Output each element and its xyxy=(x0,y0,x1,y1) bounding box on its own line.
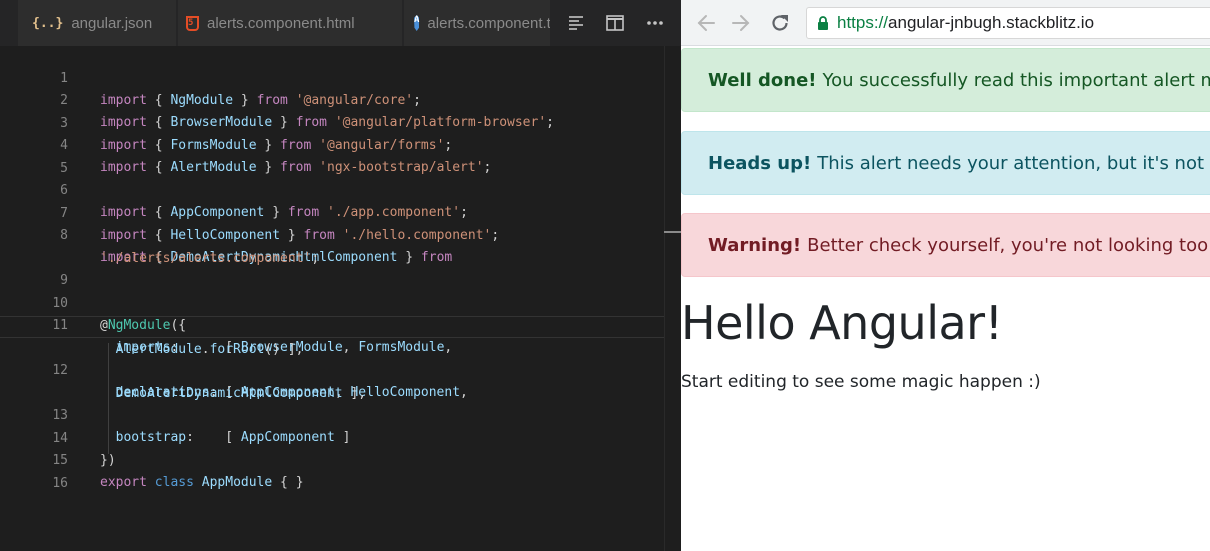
code-line: 5 xyxy=(0,136,664,176)
tab-label: alerts.component.html xyxy=(207,14,355,32)
alert-text: Better check yourself, you're not lookin… xyxy=(807,234,1210,256)
code-line: 2 import { BrowserModule } from '@angula… xyxy=(0,68,664,130)
tab-alerts-component-html[interactable]: 5 alerts.component.html xyxy=(178,0,402,46)
editor-scrollbar[interactable] xyxy=(664,46,681,551)
code-line: 9 xyxy=(0,248,664,288)
page-heading: Hello Angular! xyxy=(681,296,1003,350)
code-line: 6 import { AppComponent } from './app.co… xyxy=(0,158,664,220)
alert-success: Well done! You successfully read this im… xyxy=(681,48,1210,112)
code-line: 8 import { DemoAlertDynamicHtmlComponent… xyxy=(0,203,664,265)
reload-button[interactable] xyxy=(767,10,793,36)
outline-icon[interactable] xyxy=(565,12,587,34)
code-area[interactable]: 1 import { NgModule } from '@angular/cor… xyxy=(0,46,664,551)
code-line: 3 import { FormsModule } from '@angular/… xyxy=(0,91,664,153)
page-subtext: Start editing to see some magic happen :… xyxy=(681,372,1041,392)
tab-label: angular.json xyxy=(71,14,153,32)
browser-preview: https://angular-jnbugh.stackblitz.io Wel… xyxy=(681,0,1210,551)
tab-alerts-component-ts[interactable]: A alerts.component.ts xyxy=(404,0,550,46)
html5-file-icon: 5 xyxy=(186,15,199,31)
tab-angular-json[interactable]: {..} angular.json xyxy=(18,0,176,46)
code-line-wrapped: DemoAlertDynamicHtmlComponent ], xyxy=(115,386,367,401)
alert-text: You successfully read this important ale… xyxy=(822,69,1210,91)
code-editor: {..} angular.json 5 alerts.component.htm… xyxy=(0,0,681,551)
back-button[interactable] xyxy=(693,10,719,36)
alert-info: Heads up! This alert needs your attentio… xyxy=(681,131,1210,195)
scrollbar-position-marker xyxy=(664,231,681,233)
json-file-icon: {..} xyxy=(32,15,64,31)
tab-label: alerts.component.ts xyxy=(427,14,550,32)
code-line: 11 imports: [ BrowserModule, FormsModule… xyxy=(0,293,664,355)
forward-button[interactable] xyxy=(728,10,754,36)
alert-title: Heads up! xyxy=(708,152,812,174)
alert-text: This alert needs your attention, but it'… xyxy=(817,152,1210,174)
code-line: 7 import { HelloComponent } from './hell… xyxy=(0,181,664,243)
current-line: AlertModule.forRoot() ], xyxy=(0,316,664,357)
lock-icon xyxy=(817,15,829,31)
split-editor-icon[interactable] xyxy=(604,12,626,34)
editor-tab-bar: {..} angular.json 5 alerts.component.htm… xyxy=(0,0,681,46)
reload-icon xyxy=(772,15,788,31)
arrow-right-icon xyxy=(732,15,750,31)
code-line: 15 export class AppModule { } xyxy=(0,428,664,490)
line-number: 16 xyxy=(52,476,68,491)
alert-title: Well done! xyxy=(708,69,817,91)
url-text: https://angular-jnbugh.stackblitz.io xyxy=(837,13,1095,32)
arrow-left-icon xyxy=(697,15,715,31)
code-line: 13 bootstrap: [ AppComponent ] xyxy=(0,383,664,445)
editor-actions xyxy=(550,0,681,46)
browser-toolbar: https://angular-jnbugh.stackblitz.io xyxy=(681,0,1210,46)
code-line: 4 import { AlertModule } from 'ngx-boots… xyxy=(0,113,664,175)
alert-danger: Warning! Better check yourself, you're n… xyxy=(681,213,1210,277)
code-line: 1 import { NgModule } from '@angular/cor… xyxy=(0,46,664,108)
address-bar[interactable]: https://angular-jnbugh.stackblitz.io xyxy=(806,7,1210,39)
more-icon[interactable] xyxy=(644,12,666,34)
code-line-wrapped: './alerts/alerts.component'; xyxy=(100,251,320,266)
alert-title: Warning! xyxy=(708,234,802,256)
code-line: 14 }) xyxy=(0,406,664,468)
code-line: 10 @NgModule({ xyxy=(0,271,664,333)
code-line: 12 declarations: [ AppComponent, HelloCo… xyxy=(0,338,664,400)
code-line: 16 xyxy=(0,451,664,491)
angular-file-icon: A xyxy=(414,15,420,31)
web-page: Well done! You successfully read this im… xyxy=(681,46,1210,551)
